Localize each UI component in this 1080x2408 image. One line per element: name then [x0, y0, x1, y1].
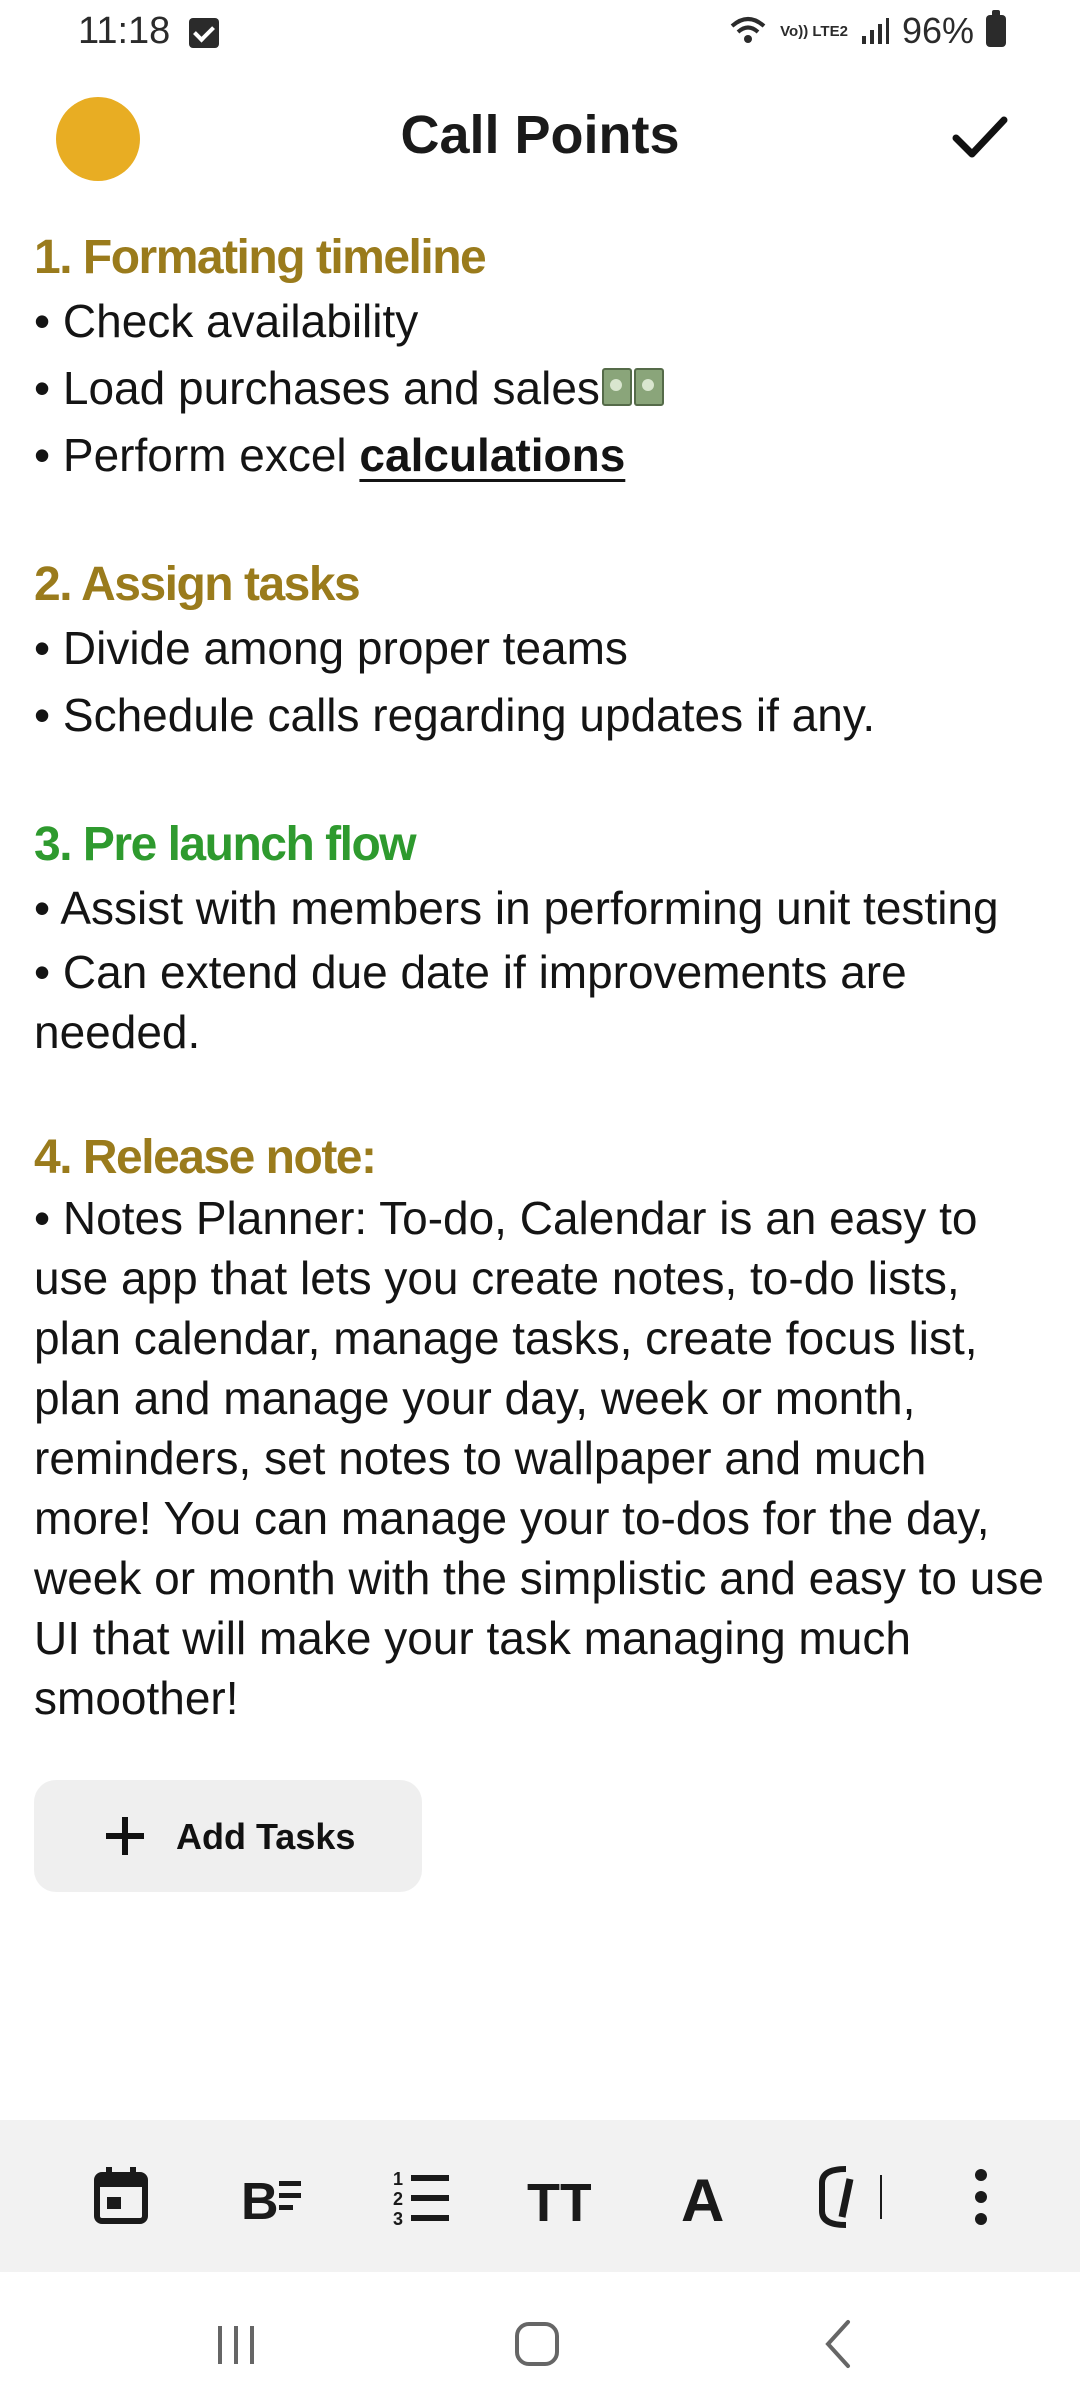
status-bar: 11:18 Vo)) LTE2 96% — [0, 0, 1080, 64]
bullet-item: • Perform excel calculations — [34, 422, 1044, 489]
bold-list-icon[interactable]: B — [236, 2162, 306, 2232]
add-tasks-label: Add Tasks — [176, 1816, 356, 1857]
formatting-toolbar: B 123 TT A — [0, 2120, 1080, 2272]
section-heading: 2. Assign tasks — [34, 558, 361, 611]
back-icon[interactable] — [810, 2314, 870, 2374]
svg-text:1: 1 — [393, 2169, 403, 2189]
wifi-icon — [728, 14, 768, 48]
bullet-item: • Can extend due date if improvements ar… — [34, 946, 907, 1058]
notification-check-icon — [189, 18, 219, 48]
svg-text:B: B — [241, 2173, 279, 2229]
text-color-label: A — [681, 2167, 724, 2229]
text-color-icon[interactable]: A — [672, 2162, 742, 2232]
more-icon[interactable] — [946, 2162, 1016, 2232]
highlight-icon[interactable] — [806, 2162, 906, 2232]
note-body[interactable]: 1. Formating timeline • Check availabili… — [34, 228, 1044, 1728]
numbered-list-icon[interactable]: 123 — [386, 2162, 456, 2232]
section-heading: 4. Release note: — [34, 1131, 377, 1184]
calendar-icon[interactable] — [86, 2162, 156, 2232]
lte-icon: Vo)) LTE2 — [780, 22, 848, 40]
section-heading: 3. Pre launch flow — [34, 818, 417, 871]
release-note-paragraph: • Notes Planner: To-do, Calendar is an e… — [34, 1192, 1044, 1724]
svg-text:3: 3 — [393, 2209, 403, 2229]
status-indicators: Vo)) LTE2 96% — [728, 10, 1006, 52]
plus-icon — [106, 1817, 144, 1855]
section-heading: 1. Formating timeline — [34, 231, 487, 284]
underlined-text: calculations — [359, 429, 626, 481]
bullet-text: • Perform excel — [34, 429, 360, 481]
bullet-item: • Check availability — [34, 295, 419, 347]
system-nav-bar — [0, 2272, 1080, 2408]
money-icon — [633, 368, 664, 406]
bullet-item: • Assist with members in performing unit… — [34, 882, 999, 934]
bullet-item: • Divide among proper teams — [34, 622, 628, 674]
money-icon — [601, 368, 632, 406]
status-time: 11:18 — [78, 10, 171, 52]
done-check-icon[interactable] — [952, 112, 1008, 162]
bullet-item: • Load purchases and sales — [34, 355, 1044, 422]
bullet-item: • Schedule calls regarding updates if an… — [34, 689, 876, 741]
add-tasks-button[interactable]: Add Tasks — [34, 1780, 422, 1892]
signal-icon — [860, 16, 890, 46]
battery-percent: 96% — [901, 10, 974, 51]
text-size-label: TT — [527, 2173, 591, 2229]
home-icon[interactable] — [507, 2314, 567, 2374]
recent-apps-icon[interactable] — [206, 2314, 266, 2374]
page-title: Call Points — [400, 105, 680, 165]
bullet-text: • Load purchases and sales — [34, 362, 600, 414]
battery-icon — [986, 10, 1006, 47]
svg-text:2: 2 — [393, 2189, 403, 2209]
text-size-icon[interactable]: TT — [524, 2162, 594, 2232]
